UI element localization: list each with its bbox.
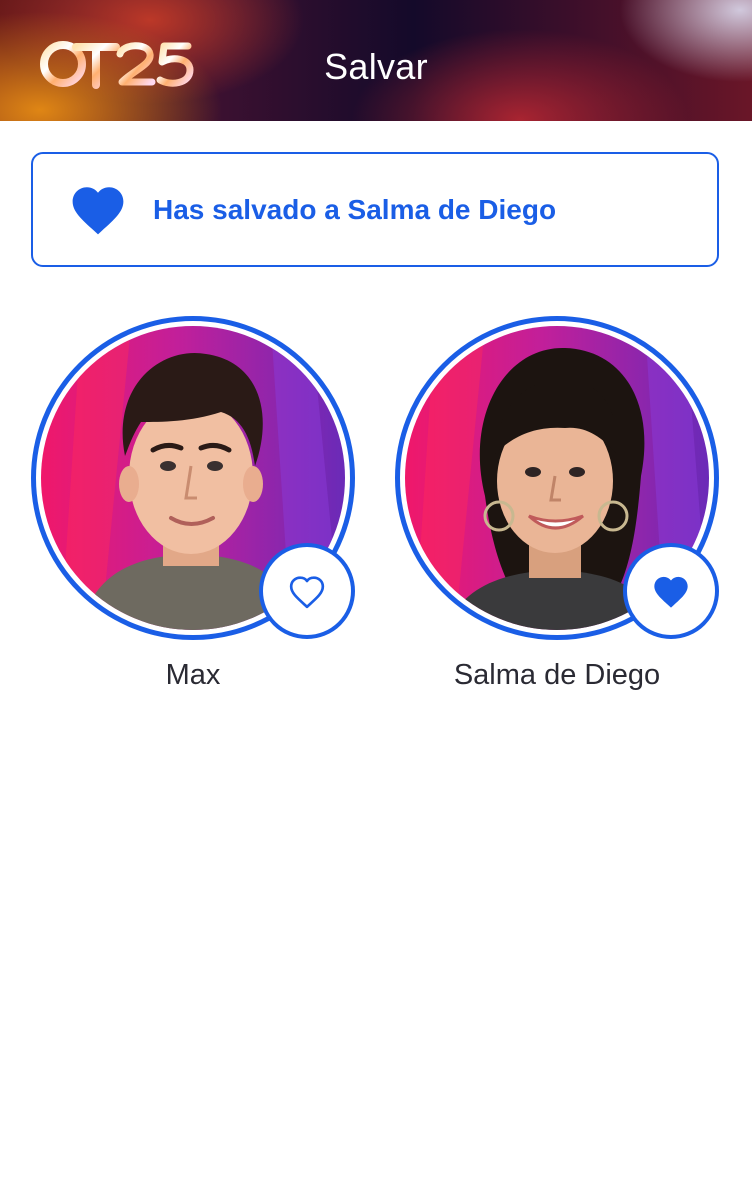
candidate-name: Salma de Diego xyxy=(453,659,661,691)
heart-filled-icon xyxy=(69,182,127,236)
save-button-max[interactable] xyxy=(259,543,355,639)
saved-confirmation-banner: Has salvado a Salma de Diego xyxy=(31,152,719,267)
save-button-salma-de-diego[interactable] xyxy=(623,543,719,639)
saved-message: Has salvado a Salma de Diego xyxy=(153,194,557,225)
app-header: Salvar xyxy=(0,0,752,121)
page-title: Salvar xyxy=(324,46,428,87)
candidate-name: Max xyxy=(165,659,221,691)
